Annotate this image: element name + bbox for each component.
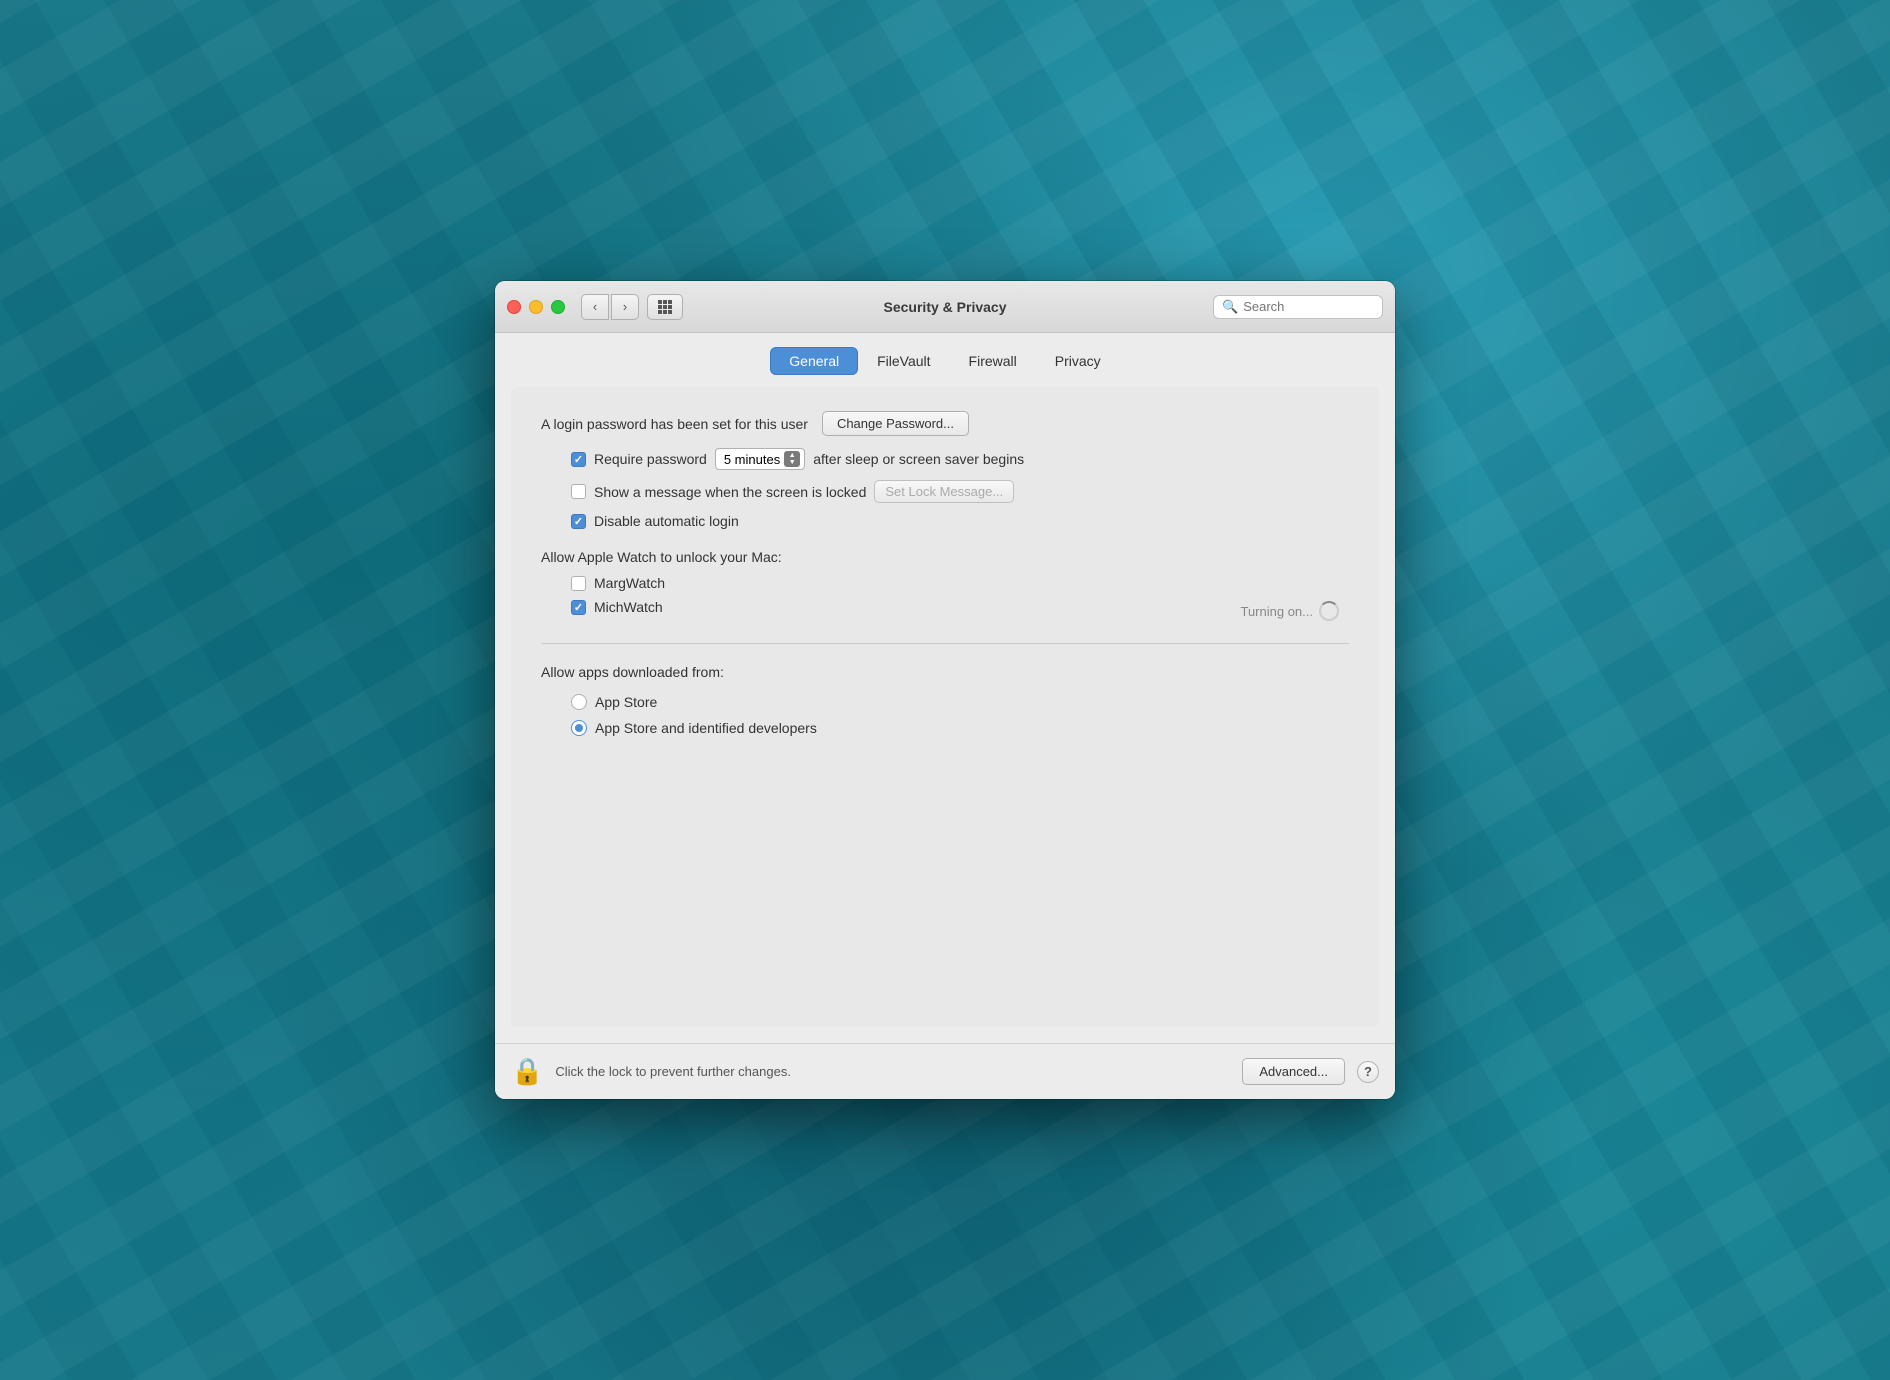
main-content: A login password has been set for this u…	[511, 387, 1379, 1027]
tab-bar: General FileVault Firewall Privacy	[495, 333, 1395, 387]
appstore-identified-radio-row: App Store and identified developers	[571, 720, 1349, 736]
apple-watch-heading: Allow Apple Watch to unlock your Mac:	[541, 549, 1349, 565]
show-message-label: Show a message when the screen is locked	[594, 484, 866, 500]
require-password-label: Require password	[594, 451, 707, 467]
downloads-section: Allow apps downloaded from: App Store Ap…	[541, 664, 1349, 736]
help-button[interactable]: ?	[1357, 1061, 1379, 1083]
margwatch-label: MargWatch	[594, 575, 665, 591]
require-password-checkbox[interactable]	[571, 452, 586, 467]
show-message-row: Show a message when the screen is locked…	[571, 480, 1349, 503]
grid-view-button[interactable]	[647, 294, 683, 320]
michwatch-full-row: MichWatch Turning on...	[541, 599, 1349, 623]
margwatch-row: MargWatch	[571, 575, 1349, 591]
stepper-arrows: ▲ ▼	[789, 452, 796, 466]
grid-icon	[658, 300, 672, 314]
close-button[interactable]	[507, 300, 521, 314]
tab-privacy[interactable]: Privacy	[1036, 347, 1120, 375]
appstore-radio[interactable]	[571, 694, 587, 710]
window-title: Security & Privacy	[884, 299, 1007, 315]
appstore-label: App Store	[595, 694, 657, 710]
minimize-button[interactable]	[529, 300, 543, 314]
password-timeout-dropdown[interactable]: 5 minutes ▲ ▼	[715, 448, 805, 470]
appstore-radio-row: App Store	[571, 694, 1349, 710]
loading-spinner	[1319, 601, 1339, 621]
michwatch-row: MichWatch	[571, 599, 1240, 615]
lock-icon[interactable]: 🔒	[511, 1056, 543, 1087]
password-text: A login password has been set for this u…	[541, 416, 808, 432]
search-box[interactable]: 🔍	[1213, 295, 1383, 319]
disable-autologin-label: Disable automatic login	[594, 513, 739, 529]
set-lock-message-button[interactable]: Set Lock Message...	[874, 480, 1014, 503]
section-divider	[541, 643, 1349, 644]
password-row: A login password has been set for this u…	[541, 411, 1349, 436]
change-password-button[interactable]: Change Password...	[822, 411, 969, 436]
turning-on-text: Turning on...	[1240, 604, 1313, 619]
show-message-checkbox[interactable]	[571, 484, 586, 499]
margwatch-checkbox[interactable]	[571, 576, 586, 591]
tab-filevault[interactable]: FileVault	[858, 347, 949, 375]
turning-on-indicator: Turning on...	[1240, 601, 1349, 621]
require-password-row: Require password 5 minutes ▲ ▼ after sle…	[571, 448, 1349, 470]
lock-text: Click the lock to prevent further change…	[555, 1064, 1230, 1079]
settings-window: ‹ › Security & Privacy 🔍 General FileVau…	[495, 281, 1395, 1099]
zoom-button[interactable]	[551, 300, 565, 314]
password-section: A login password has been set for this u…	[541, 411, 1349, 529]
tab-firewall[interactable]: Firewall	[950, 347, 1036, 375]
advanced-button[interactable]: Advanced...	[1242, 1058, 1345, 1085]
back-button[interactable]: ‹	[581, 294, 609, 320]
michwatch-checkbox[interactable]	[571, 600, 586, 615]
password-timeout-value: 5 minutes	[724, 452, 780, 467]
tab-general[interactable]: General	[770, 347, 858, 375]
michwatch-label: MichWatch	[594, 599, 663, 615]
bottom-bar: 🔒 Click the lock to prevent further chan…	[495, 1043, 1395, 1099]
search-input[interactable]	[1243, 299, 1374, 314]
disable-autologin-checkbox[interactable]	[571, 514, 586, 529]
titlebar: ‹ › Security & Privacy 🔍	[495, 281, 1395, 333]
appstore-identified-radio[interactable]	[571, 720, 587, 736]
dropdown-arrow-icon: ▲ ▼	[784, 451, 800, 467]
apple-watch-section: Allow Apple Watch to unlock your Mac: Ma…	[541, 549, 1349, 623]
disable-autologin-row: Disable automatic login	[571, 513, 1349, 529]
appstore-identified-label: App Store and identified developers	[595, 720, 817, 736]
search-icon: 🔍	[1222, 299, 1238, 315]
downloads-heading: Allow apps downloaded from:	[541, 664, 1349, 680]
nav-buttons: ‹ ›	[581, 294, 639, 320]
require-password-suffix: after sleep or screen saver begins	[813, 451, 1024, 467]
forward-button[interactable]: ›	[611, 294, 639, 320]
traffic-lights	[507, 300, 565, 314]
